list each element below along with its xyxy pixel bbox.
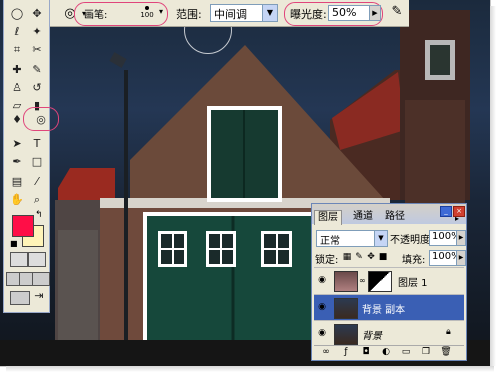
- eyedropper-icon[interactable]: ⁄: [28, 174, 46, 190]
- photoshop-window: ◎ ▾ 画笔: 100 ▾ 范围: 中间调 ▼ 曝光度: 50% ▶ ✎ ◯ ✥…: [0, 0, 491, 367]
- brush-icon[interactable]: ✎: [28, 62, 46, 78]
- tab-paths[interactable]: 路径: [382, 210, 408, 224]
- layer-thumbnail: [334, 271, 358, 292]
- trash-icon[interactable]: 🗑︎: [440, 347, 452, 358]
- history-brush-icon[interactable]: ↺: [28, 80, 46, 96]
- exposure-slider-toggle[interactable]: ▶: [369, 5, 381, 21]
- lock-icon: 🔒︎: [446, 327, 451, 337]
- chevron-down-icon[interactable]: ▾: [159, 7, 163, 16]
- link-layers-icon[interactable]: ∞: [320, 347, 332, 358]
- new-group-icon[interactable]: ▭: [400, 347, 412, 358]
- hand-icon[interactable]: ✋: [8, 192, 26, 208]
- healing-brush-icon[interactable]: ✚: [8, 62, 26, 78]
- minimize-icon[interactable]: _: [440, 206, 452, 217]
- eye-icon[interactable]: ◉: [316, 275, 328, 285]
- exposure-label: 曝光度:: [290, 8, 327, 21]
- fill-slider-toggle[interactable]: ▶: [456, 250, 466, 266]
- layer-name: 背景: [362, 331, 382, 342]
- slice-icon[interactable]: ✂: [28, 42, 46, 58]
- swap-colors-icon[interactable]: ↰: [35, 210, 43, 220]
- exposure-value: 50%: [332, 6, 357, 19]
- quick-mask-icon[interactable]: [28, 252, 46, 267]
- layer-name: 背景 副本: [362, 305, 406, 316]
- jump-to-imageready-icon[interactable]: [10, 291, 30, 305]
- default-colors-icon[interactable]: ■: [10, 239, 18, 248]
- lock-transparent-icon[interactable]: ▦: [342, 252, 352, 262]
- clone-stamp-icon[interactable]: ♙: [8, 80, 26, 96]
- lock-position-icon[interactable]: ✥: [366, 252, 376, 262]
- eye-icon[interactable]: ◉: [316, 302, 328, 312]
- frame-shadow-bottom: [6, 366, 494, 372]
- shape-icon[interactable]: □: [28, 154, 46, 170]
- marquee-icon[interactable]: ◯: [8, 6, 26, 22]
- layer-row[interactable]: ◉ 背景 副本: [314, 294, 464, 321]
- sponge-tool-highlight: [23, 107, 59, 131]
- exposure-input[interactable]: 50%: [328, 5, 370, 21]
- jump-arrow-icon[interactable]: ⇥: [30, 288, 48, 304]
- blend-mode-select[interactable]: 正常 ▼: [316, 230, 388, 247]
- eye-icon[interactable]: ◉: [316, 328, 328, 338]
- add-mask-icon[interactable]: ◘: [360, 347, 372, 358]
- layer-thumbnail: [334, 324, 358, 345]
- range-label: 范围:: [176, 8, 202, 21]
- pen-icon[interactable]: ✒: [8, 154, 26, 170]
- fill-label: 填充:: [402, 255, 426, 266]
- type-icon[interactable]: T: [28, 136, 46, 152]
- airbrush-icon[interactable]: ✎: [388, 4, 406, 22]
- opacity-slider-toggle[interactable]: ▶: [456, 230, 466, 246]
- adjustment-layer-icon[interactable]: ◐: [380, 347, 392, 358]
- notes-icon[interactable]: ▤: [8, 174, 26, 190]
- link-icon: ∞: [359, 276, 366, 285]
- brush-preset-picker[interactable]: 100: [136, 3, 158, 23]
- layers-panel: 图层 通道 路径 _ × ▸ 正常 ▼ 不透明度: 100% ▶ 锁定: ▦ ✎…: [311, 203, 467, 361]
- frame-shadow-right: [490, 6, 496, 366]
- tab-channels[interactable]: 通道: [350, 210, 376, 224]
- brush-label: 画笔:: [84, 10, 108, 21]
- opacity-input[interactable]: 100%: [429, 230, 461, 246]
- layer-name: 图层 1: [398, 278, 428, 289]
- screen-mode-full-icon[interactable]: [32, 272, 50, 286]
- lasso-icon[interactable]: ℓ: [8, 24, 26, 40]
- panel-menu-icon[interactable]: ▸: [455, 214, 459, 223]
- foreground-color-swatch[interactable]: [12, 215, 34, 237]
- zoom-icon[interactable]: ⌕: [28, 192, 46, 208]
- tab-layers[interactable]: 图层: [314, 210, 342, 225]
- range-value: 中间调: [214, 8, 247, 21]
- layer-row[interactable]: ◉ ∞ 图层 1: [314, 267, 464, 294]
- new-layer-icon[interactable]: ❐: [420, 347, 432, 358]
- standard-mode-icon[interactable]: [10, 252, 28, 267]
- layer-style-icon[interactable]: ƒ: [340, 347, 352, 358]
- layer-row[interactable]: ◉ 背景 🔒︎: [314, 320, 464, 347]
- range-select[interactable]: 中间调 ▼: [210, 4, 278, 22]
- lock-image-icon[interactable]: ✎: [354, 252, 364, 262]
- move-icon[interactable]: ✥: [28, 6, 46, 22]
- fill-input[interactable]: 100%: [429, 250, 461, 266]
- crop-icon[interactable]: ⌗: [8, 42, 26, 58]
- panel-header: 图层 通道 路径 _ × ▸: [312, 204, 466, 225]
- opacity-label: 不透明度:: [390, 235, 434, 246]
- blend-mode-value: 正常: [320, 236, 340, 247]
- path-selection-icon[interactable]: ➤: [8, 136, 26, 152]
- brush-size: 100: [140, 11, 154, 19]
- brush-tip-icon: [145, 6, 149, 10]
- magic-wand-icon[interactable]: ✦: [28, 24, 46, 40]
- lock-all-icon[interactable]: ■: [378, 252, 388, 262]
- chevron-down-icon[interactable]: ▼: [262, 5, 277, 21]
- chevron-down-icon[interactable]: ▼: [374, 231, 387, 246]
- toolbox: ◯ ✥ ℓ ✦ ⌗ ✂ ✚ ✎ ♙ ↺ ▱ ▮ ♦ ◎ ➤ T ✒ □ ▤ ⁄ …: [3, 0, 50, 313]
- lock-label: 锁定:: [315, 255, 339, 266]
- layer-thumbnail: [334, 298, 358, 319]
- layers-panel-footer: ∞ ƒ ◘ ◐ ▭ ❐ 🗑︎: [314, 345, 464, 359]
- layer-mask-thumbnail: [368, 271, 392, 292]
